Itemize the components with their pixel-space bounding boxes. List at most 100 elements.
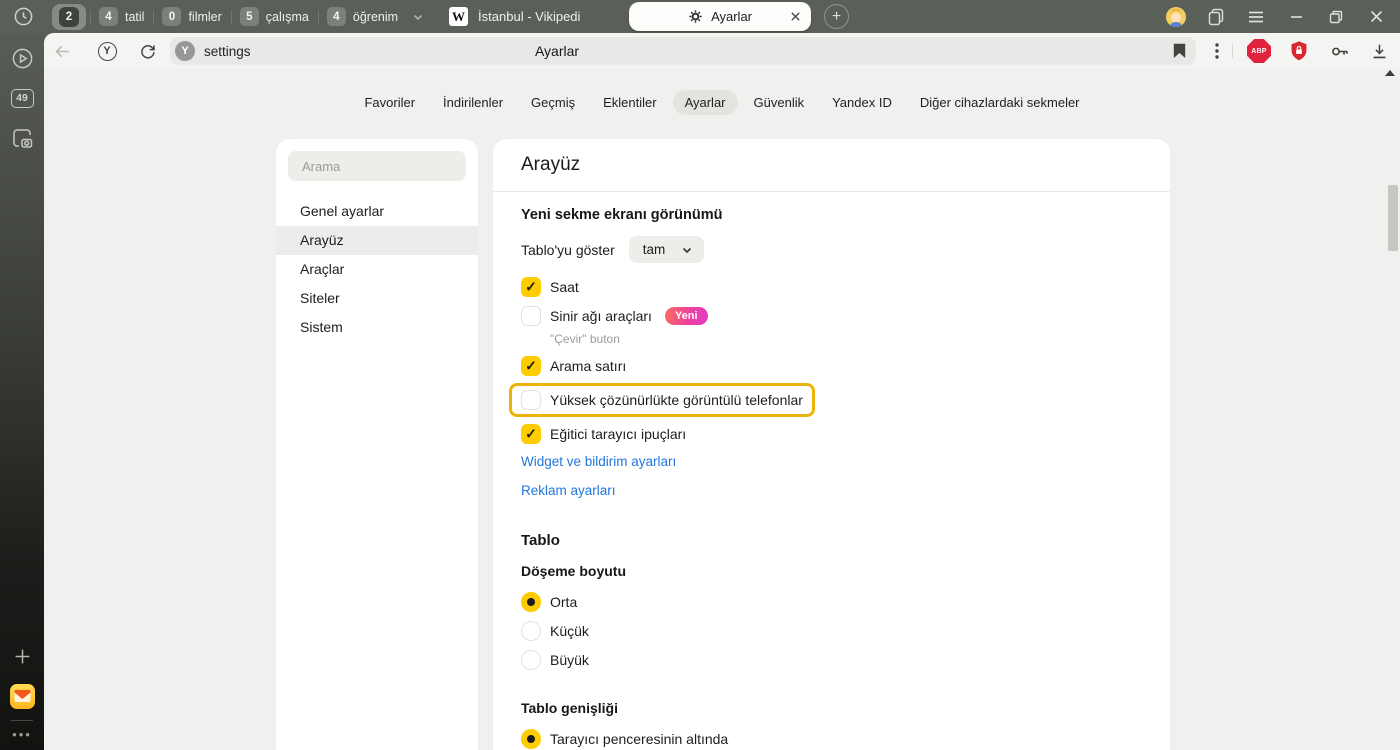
tile-size-options: Orta Küçük Büyük (521, 592, 1142, 670)
password-key-icon[interactable] (1324, 36, 1354, 66)
maximize-icon[interactable] (1316, 2, 1356, 32)
video-play-icon[interactable] (7, 43, 37, 73)
nav-item[interactable]: Favoriler (352, 90, 427, 115)
checkbox[interactable] (521, 356, 541, 376)
more-menu-icon[interactable] (1202, 36, 1232, 66)
radio-button[interactable] (521, 592, 541, 612)
radio-row[interactable]: Orta (521, 592, 1142, 612)
bookmark-icon[interactable] (1173, 43, 1186, 59)
tab-settings-active[interactable]: Ayarlar (629, 2, 811, 31)
checkbox-row[interactable]: Yüksek çözünürlükte görüntülü telefonlar (509, 383, 815, 417)
tab-groups: 2 4 tatil 0 filmler 5 çalışma (48, 0, 407, 33)
settings-menu: Genel ayarlar Arayüz Araçlar Siteler Sis… (276, 197, 478, 342)
nav-item[interactable]: Diğer cihazlardaki sekmeler (908, 90, 1092, 115)
nav-item[interactable]: İndirilenler (431, 90, 515, 115)
checkbox[interactable] (521, 306, 541, 326)
checkbox-item: Saat (521, 277, 1142, 297)
tab-wikipedia[interactable]: W İstanbul - Vikipedi (449, 0, 617, 33)
screenshot-icon[interactable] (7, 123, 37, 153)
tab-close-icon[interactable] (786, 7, 804, 25)
rail-divider (11, 720, 33, 721)
add-widget-icon[interactable] (7, 641, 37, 671)
tab-group[interactable]: 2 (52, 4, 86, 30)
checkbox-label: Arama satırı (550, 358, 626, 374)
scrollbar-up-arrow[interactable] (1385, 70, 1395, 76)
url-text: settings (204, 44, 251, 59)
settings-menu-item[interactable]: Genel ayarlar (276, 197, 478, 226)
table-width-heading: Tablo genişliği (521, 700, 1142, 716)
nav-item[interactable]: Geçmiş (519, 90, 587, 115)
table-width-options: Tarayıcı penceresinin altında Küçük (521, 729, 1142, 750)
yandex-mail-icon[interactable] (7, 681, 37, 711)
tab-group[interactable]: 4 tatil (90, 4, 153, 30)
radio-button[interactable] (521, 650, 541, 670)
nav-item[interactable]: Ayarlar (673, 90, 738, 115)
checkbox-list: Saat Sinir ağı araçları Yeni (521, 277, 1142, 444)
tab-group-label: tatil (125, 10, 144, 24)
close-icon[interactable] (1356, 2, 1396, 32)
tab-groups-chevron-down-icon[interactable] (411, 10, 425, 24)
settings-main-card: Arayüz Yeni sekme ekranı görünümü Tablo'… (493, 139, 1170, 750)
adblock-extension-icon[interactable]: ABP (1244, 36, 1274, 66)
history-icon[interactable] (8, 2, 38, 32)
tabs-count-badge[interactable]: 49 (7, 83, 37, 113)
radio-label: Küçük (550, 623, 589, 639)
radio-button[interactable] (521, 729, 541, 749)
tab-group[interactable]: 4 öğrenim (318, 4, 407, 30)
downloads-icon[interactable] (1364, 36, 1394, 66)
settings-menu-item[interactable]: Araçlar (276, 255, 478, 284)
checkbox-item: Arama satırı (521, 356, 1142, 376)
protect-shield-icon[interactable] (1284, 36, 1314, 66)
tab-group-count: 0 (162, 7, 181, 26)
checkbox-label: Eğitici tarayıcı ipuçları (550, 426, 686, 442)
scrollbar-thumb[interactable] (1388, 185, 1398, 251)
radio-label: Büyük (550, 652, 589, 668)
minimize-icon[interactable] (1276, 2, 1316, 32)
yandex-home-icon[interactable]: Y (92, 36, 122, 66)
checkbox-row[interactable]: Eğitici tarayıcı ipuçları (521, 424, 686, 444)
browser-content: Y Y settings Ayarlar ABP (44, 33, 1400, 750)
address-bar[interactable]: Y settings (170, 37, 1196, 65)
settings-search-input[interactable] (288, 151, 466, 181)
settings-menu-item[interactable]: Arayüz (276, 226, 478, 255)
settings-link[interactable]: Widget ve bildirim ayarları (521, 454, 1142, 469)
radio-label: Tarayıcı penceresinin altında (550, 731, 728, 747)
toolbar: Y Y settings Ayarlar ABP (44, 33, 1400, 69)
links-block: Widget ve bildirim ayarları Reklam ayarl… (521, 454, 1142, 498)
radio-row[interactable]: Tarayıcı penceresinin altında (521, 729, 1142, 749)
back-icon[interactable] (47, 36, 77, 66)
tab-panels-icon[interactable] (1196, 2, 1236, 32)
settings-menu-item[interactable]: Sistem (276, 313, 478, 342)
show-table-label: Tablo'yu göster (521, 242, 615, 258)
checkbox-label: Sinir ağı araçları (550, 308, 652, 324)
settings-menu-item[interactable]: Siteler (276, 284, 478, 313)
checkbox-row[interactable]: Sinir ağı araçları Yeni (521, 306, 708, 326)
radio-row[interactable]: Küçük (521, 621, 1142, 641)
checkbox[interactable] (521, 390, 541, 410)
nav-item[interactable]: Güvenlik (742, 90, 817, 115)
radio-label: Orta (550, 594, 577, 610)
new-tab-button[interactable]: + (824, 4, 849, 29)
nav-item[interactable]: Eklentiler (591, 90, 668, 115)
show-table-select[interactable]: tam (629, 236, 705, 263)
tab-group[interactable]: 0 filmler (153, 4, 230, 30)
menu-icon[interactable] (1236, 2, 1276, 32)
show-table-row: Tablo'yu göster tam (521, 236, 1142, 263)
radio-button[interactable] (521, 621, 541, 641)
radio-row[interactable]: Büyük (521, 650, 1142, 670)
checkbox[interactable] (521, 424, 541, 444)
tab-group[interactable]: 5 çalışma (231, 4, 318, 30)
nav-item[interactable]: Yandex ID (820, 90, 904, 115)
profile-avatar[interactable] (1156, 2, 1196, 32)
checkbox-row[interactable]: Arama satırı (521, 356, 626, 376)
tab-group-label: çalışma (266, 10, 309, 24)
checkbox[interactable] (521, 277, 541, 297)
site-favicon-badge: Y (175, 41, 195, 61)
more-options-icon[interactable]: ••• (12, 727, 32, 742)
new-badge: Yeni (665, 307, 708, 325)
settings-link[interactable]: Reklam ayarları (521, 483, 1142, 498)
refresh-icon[interactable] (133, 36, 163, 66)
section-heading: Tablo (521, 532, 1142, 549)
checkbox-row[interactable]: Saat (521, 277, 579, 297)
toolbar-separator (1232, 44, 1233, 58)
